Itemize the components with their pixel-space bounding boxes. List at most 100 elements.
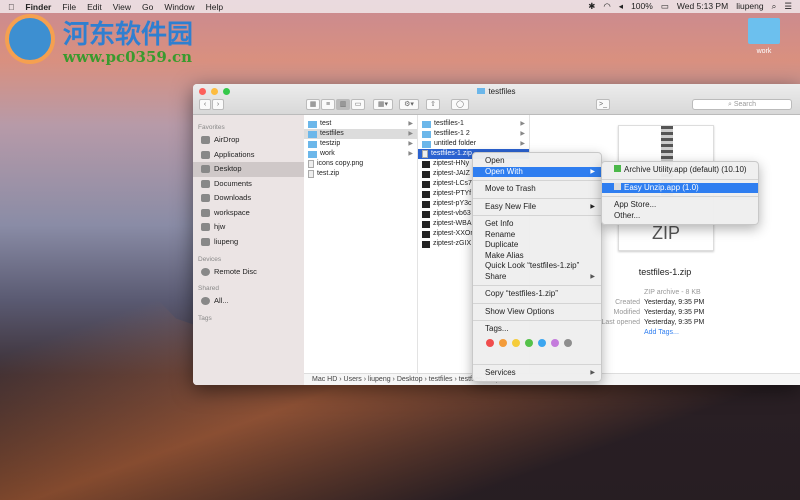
path-item[interactable]: testfiles	[429, 376, 453, 383]
file-row[interactable]: testzip ▶	[304, 139, 417, 149]
menu-file[interactable]: File	[62, 2, 76, 12]
menu-item-get-info[interactable]: Get Info	[473, 219, 601, 230]
menu-item-services[interactable]: Services ▶	[473, 368, 601, 379]
menu-view[interactable]: View	[113, 2, 131, 12]
tag-color-dot[interactable]	[499, 338, 507, 347]
sidebar-item-airdrop[interactable]: AirDrop	[193, 133, 304, 148]
menu-edit[interactable]: Edit	[87, 2, 102, 12]
file-row[interactable]: testfiles-1 2 ▶	[418, 129, 529, 139]
menu-separator	[473, 363, 601, 365]
sidebar-item-label: Applications	[214, 149, 255, 159]
sidebar-item-desktop[interactable]: Desktop	[193, 162, 304, 177]
tag-colors	[473, 335, 601, 351]
path-item[interactable]: Desktop	[397, 376, 423, 383]
sidebar-item-label: Remote Disc	[214, 267, 257, 276]
tags-button[interactable]: ◯	[451, 99, 469, 110]
menu-item-archive-utility[interactable]: Archive Utility.app (default) (10.10)	[602, 165, 758, 176]
menu-item-open[interactable]: Open	[473, 156, 601, 167]
file-icon	[422, 220, 430, 228]
tag-color-dot[interactable]	[525, 338, 533, 347]
folder-icon	[308, 130, 317, 138]
menu-go[interactable]: Go	[142, 2, 153, 12]
file-row[interactable]: icons copy.png	[304, 159, 417, 169]
sidebar-header-tags: Tags	[198, 315, 212, 322]
sidebar-item-label: All...	[214, 295, 229, 305]
menu-item-easy-unzip[interactable]: Easy Unzip.app (1.0)	[602, 182, 758, 193]
menu-separator	[473, 215, 601, 216]
tag-color-dot[interactable]	[538, 338, 546, 347]
sidebar-item-label: workspace	[214, 207, 250, 217]
menu-item-share[interactable]: Share ▶	[473, 272, 601, 283]
wifi-icon[interactable]: ◠	[603, 1, 610, 12]
file-row[interactable]: test.zip	[304, 169, 417, 179]
tag-color-dot[interactable]	[551, 338, 559, 347]
path-item[interactable]: Mac HD	[312, 376, 337, 383]
menu-item-show-view-options[interactable]: Show View Options	[473, 307, 601, 318]
menu-separator	[473, 197, 601, 199]
clock[interactable]: Wed 5:13 PM	[677, 1, 728, 12]
menu-window[interactable]: Window	[164, 2, 194, 12]
spotlight-icon[interactable]: ⌕	[772, 1, 777, 12]
tag-color-dot[interactable]	[564, 338, 572, 347]
chevron-right-icon: ▶	[408, 141, 413, 147]
menu-item-tags[interactable]: Tags...	[473, 324, 601, 335]
file-name: testzip	[320, 140, 341, 147]
path-item[interactable]: Users	[344, 376, 362, 383]
menu-separator	[473, 302, 601, 304]
file-row[interactable]: untitled folder ▶	[418, 139, 529, 149]
add-tags-link[interactable]: Add Tags...	[590, 328, 704, 338]
menu-finder[interactable]: Finder	[25, 2, 51, 12]
desktop-folder-label: work	[756, 48, 772, 55]
back-button[interactable]: ‹	[199, 99, 211, 110]
apple-icon[interactable]: 	[8, 2, 14, 12]
list-view-button[interactable]: ≡	[321, 99, 335, 110]
sidebar-item-applications[interactable]: Applications	[193, 148, 304, 163]
folder-icon	[422, 140, 431, 148]
file-row[interactable]: testfiles-1 ▶	[418, 119, 529, 129]
sidebar-item-documents[interactable]: Documents	[193, 177, 304, 192]
menu-item-move-to-trash[interactable]: Move to Trash	[473, 184, 601, 195]
menu-item-copy[interactable]: Copy “testfiles-1.zip”	[473, 289, 601, 300]
path-item[interactable]: liupeng	[368, 376, 391, 383]
search-input[interactable]: ⌕ Search	[692, 99, 792, 110]
menu-item-app-store[interactable]: App Store...	[602, 200, 758, 211]
column-desktop: test ▶ testfiles ▶ testzip ▶ work ▶ icons copy.p…	[304, 115, 418, 373]
menu-item-other[interactable]: Other...	[602, 211, 758, 222]
menu-item-open-with[interactable]: Open With ▶	[473, 166, 601, 177]
menu-item-duplicate[interactable]: Duplicate	[473, 240, 601, 251]
file-row[interactable]: testfiles ▶	[304, 129, 417, 139]
archive-utility-icon	[614, 165, 621, 172]
sidebar-item-hjw[interactable]: hjw	[193, 220, 304, 235]
menu-item-easy-new-file[interactable]: Easy New File ▶	[473, 202, 601, 213]
menu-help[interactable]: Help	[206, 2, 223, 12]
terminal-button[interactable]: >_	[596, 99, 610, 110]
menu-item-make-alias[interactable]: Make Alias	[473, 251, 601, 262]
arrange-button[interactable]: ▦▾	[373, 99, 393, 110]
file-row[interactable]: work ▶	[304, 149, 417, 159]
gallery-view-button[interactable]: ▭	[351, 99, 365, 110]
share-button[interactable]: ⇧	[426, 99, 440, 110]
sidebar-item-downloads[interactable]: Downloads	[193, 191, 304, 206]
bluetooth-icon[interactable]: ✱	[588, 1, 595, 12]
file-icon	[422, 150, 428, 158]
menu-item-quick-look[interactable]: Quick Look “testfiles-1.zip”	[473, 261, 601, 272]
desktop-folder-work[interactable]: work	[746, 18, 782, 55]
tag-color-dot[interactable]	[512, 338, 520, 347]
forward-button[interactable]: ›	[212, 99, 224, 110]
sidebar-item-remote-disc[interactable]: Remote Disc	[193, 265, 304, 280]
user-name[interactable]: liupeng	[736, 1, 763, 12]
file-row[interactable]: test ▶	[304, 119, 417, 129]
volume-icon[interactable]: ◂	[619, 1, 623, 12]
file-name: test.zip	[317, 170, 340, 177]
sidebar-item-workspace[interactable]: workspace	[193, 206, 304, 221]
sidebar-item-liupeng[interactable]: liupeng	[193, 235, 304, 250]
column-view-button[interactable]: ▥	[336, 99, 350, 110]
tag-color-dot[interactable]	[486, 338, 494, 347]
sidebar-item-all[interactable]: All...	[193, 294, 304, 309]
chevron-right-icon: ▶	[520, 131, 525, 137]
action-gear-button[interactable]: ⚙▾	[399, 99, 419, 110]
notification-icon[interactable]: ☰	[784, 1, 792, 12]
menu-item-rename[interactable]: Rename	[473, 230, 601, 241]
battery-percent[interactable]: 100%	[631, 1, 653, 12]
icon-view-button[interactable]: ▦	[306, 99, 320, 110]
